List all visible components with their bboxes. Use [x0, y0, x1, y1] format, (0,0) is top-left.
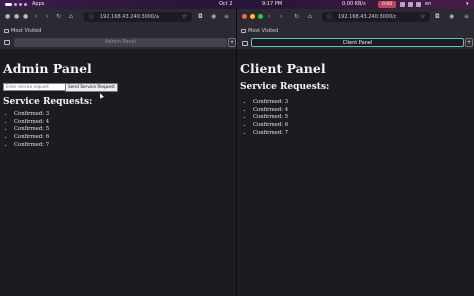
- page-content: Admin Panel Enter service request Send S…: [0, 49, 236, 296]
- workspace-indicator[interactable]: [5, 3, 27, 6]
- send-service-request-button[interactable]: Send Service Request: [65, 83, 118, 92]
- bookmarks-toolbar: Most Visited: [0, 26, 236, 36]
- apps-menu-button[interactable]: Apps: [32, 0, 44, 9]
- url-text: 192.168.43.240:3000/c: [338, 14, 397, 20]
- pocket-icon[interactable]: ◘: [435, 13, 440, 21]
- url-bar[interactable]: ⓘ 192.168.43.240:3000/a: [84, 12, 192, 22]
- browser-window-client: ‹ › ↻ ⌂ ⓘ 192.168.43.240:3000/c ☆ ◘ ◉ ≡ …: [237, 9, 474, 296]
- forward-icon[interactable]: ›: [46, 13, 48, 21]
- folder-icon: [4, 29, 9, 33]
- tab-title: Admin Panel: [104, 39, 136, 45]
- list-item: Confirmed: 7: [253, 130, 288, 138]
- list-item: Confirmed: 3: [14, 111, 49, 119]
- bookmarks-toolbar: Most Visited: [237, 26, 474, 36]
- list-item: Confirmed: 4: [14, 119, 49, 127]
- url-bar[interactable]: ⓘ 192.168.43.240:3000/c: [322, 12, 430, 22]
- browser-toolbar: ● ● ● ‹ › ↻ ⌂ ⓘ 192.168.43.240:3000/a ☆ …: [0, 9, 236, 26]
- back-icon[interactable]: ‹: [268, 13, 270, 21]
- power-menu-icon[interactable]: ▾: [466, 0, 469, 9]
- page-info-icon[interactable]: ⓘ: [327, 12, 332, 22]
- account-icon[interactable]: ◉: [211, 13, 216, 21]
- service-requests-list: Confirmed: 3 Confirmed: 4 Confirmed: 5 C…: [3, 111, 49, 150]
- list-item: Confirmed: 6: [14, 134, 49, 142]
- network-speed: 0.00 KB/s: [342, 1, 366, 7]
- url-text: 192.168.43.240:3000/a: [100, 14, 159, 20]
- sidebar-icon[interactable]: [4, 40, 10, 45]
- mouse-cursor-icon: [98, 92, 104, 99]
- tab-admin-panel[interactable]: Admin Panel: [4, 38, 227, 47]
- home-icon[interactable]: ⌂: [308, 13, 312, 21]
- bookmark-star-icon[interactable]: ☆: [420, 13, 425, 21]
- recording-indicator[interactable]: 0:00: [378, 1, 397, 8]
- page-title: Admin Panel: [3, 61, 92, 76]
- list-item: Confirmed: 5: [253, 114, 288, 122]
- keyboard-layout[interactable]: en: [425, 0, 431, 9]
- bookmark-most-visited[interactable]: Most Visited: [11, 26, 41, 36]
- account-icon[interactable]: ◉: [449, 13, 454, 21]
- menu-icon[interactable]: ≡: [224, 13, 229, 21]
- pocket-icon[interactable]: ◘: [198, 13, 203, 21]
- list-item: Confirmed: 6: [253, 122, 288, 130]
- back-icon[interactable]: ‹: [35, 13, 37, 21]
- page-info-icon[interactable]: ⓘ: [89, 12, 94, 22]
- sidebar-icon[interactable]: [242, 41, 248, 46]
- system-date[interactable]: Oct 2: [219, 0, 232, 9]
- forward-icon[interactable]: ›: [280, 13, 282, 21]
- tab-title: Client Panel: [342, 40, 373, 46]
- window-maximize-icon[interactable]: [258, 14, 263, 19]
- page-title: Client Panel: [240, 61, 326, 76]
- clipboard-icon[interactable]: [400, 2, 405, 7]
- menu-icon[interactable]: ≡: [464, 13, 469, 21]
- service-requests-list: Confirmed: 3 Confirmed: 4 Confirmed: 5 C…: [242, 99, 288, 138]
- tab-strip: Client Panel +: [237, 36, 474, 49]
- window-minimize-icon[interactable]: ●: [14, 13, 19, 21]
- system-time[interactable]: 9:17 PM: [262, 0, 282, 9]
- bookmark-most-visited[interactable]: Most Visited: [248, 26, 278, 36]
- window-minimize-icon[interactable]: [250, 14, 255, 19]
- system-top-bar: Apps Oct 2 9:17 PM 0.00 KB/s 0:00 en ▾: [0, 0, 474, 9]
- system-tray-icons[interactable]: [400, 2, 421, 7]
- list-item: Confirmed: 4: [253, 107, 288, 115]
- page-content: Client Panel Service Requests: Confirmed…: [237, 49, 474, 296]
- bookmark-star-icon[interactable]: ☆: [182, 13, 187, 21]
- window-close-icon[interactable]: ●: [5, 13, 10, 21]
- reload-icon[interactable]: ↻: [294, 13, 299, 21]
- new-tab-button[interactable]: +: [465, 38, 473, 47]
- list-item: Confirmed: 5: [14, 126, 49, 134]
- tab-strip: Admin Panel +: [0, 36, 236, 49]
- browser-toolbar: ‹ › ↻ ⌂ ⓘ 192.168.43.240:3000/c ☆ ◘ ◉ ≡: [237, 9, 474, 26]
- browser-window-admin: ● ● ● ‹ › ↻ ⌂ ⓘ 192.168.43.240:3000/a ☆ …: [0, 9, 237, 296]
- window-close-icon[interactable]: [242, 14, 247, 19]
- service-request-input[interactable]: Enter service request: [3, 83, 67, 91]
- new-tab-button[interactable]: +: [228, 38, 236, 47]
- service-requests-heading: Service Requests:: [240, 82, 330, 92]
- reload-icon[interactable]: ↻: [56, 13, 61, 21]
- list-item: Confirmed: 3: [253, 99, 288, 107]
- cube-icon[interactable]: [416, 2, 421, 7]
- list-item: Confirmed: 7: [14, 142, 49, 150]
- folder-icon: [241, 29, 246, 33]
- shield-icon[interactable]: [408, 2, 413, 7]
- service-requests-heading: Service Requests:: [3, 97, 93, 107]
- tab-client-panel[interactable]: Client Panel: [242, 38, 464, 47]
- window-maximize-icon[interactable]: ●: [23, 13, 28, 21]
- home-icon[interactable]: ⌂: [69, 13, 73, 21]
